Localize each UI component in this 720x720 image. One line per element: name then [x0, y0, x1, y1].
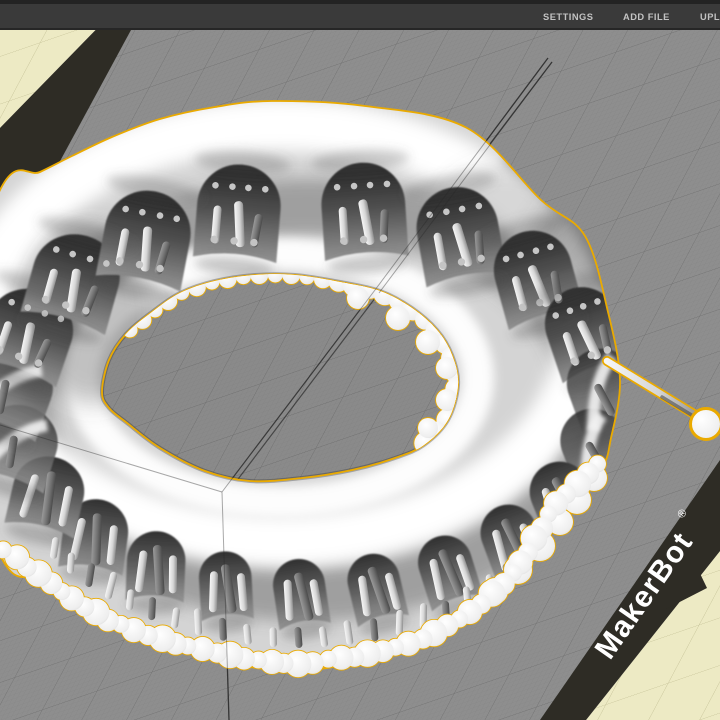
svg-text:ADD FILE: ADD FILE: [623, 12, 670, 22]
svg-text:UPLO: UPLO: [700, 12, 720, 22]
svg-text:SETTINGS: SETTINGS: [543, 12, 594, 22]
